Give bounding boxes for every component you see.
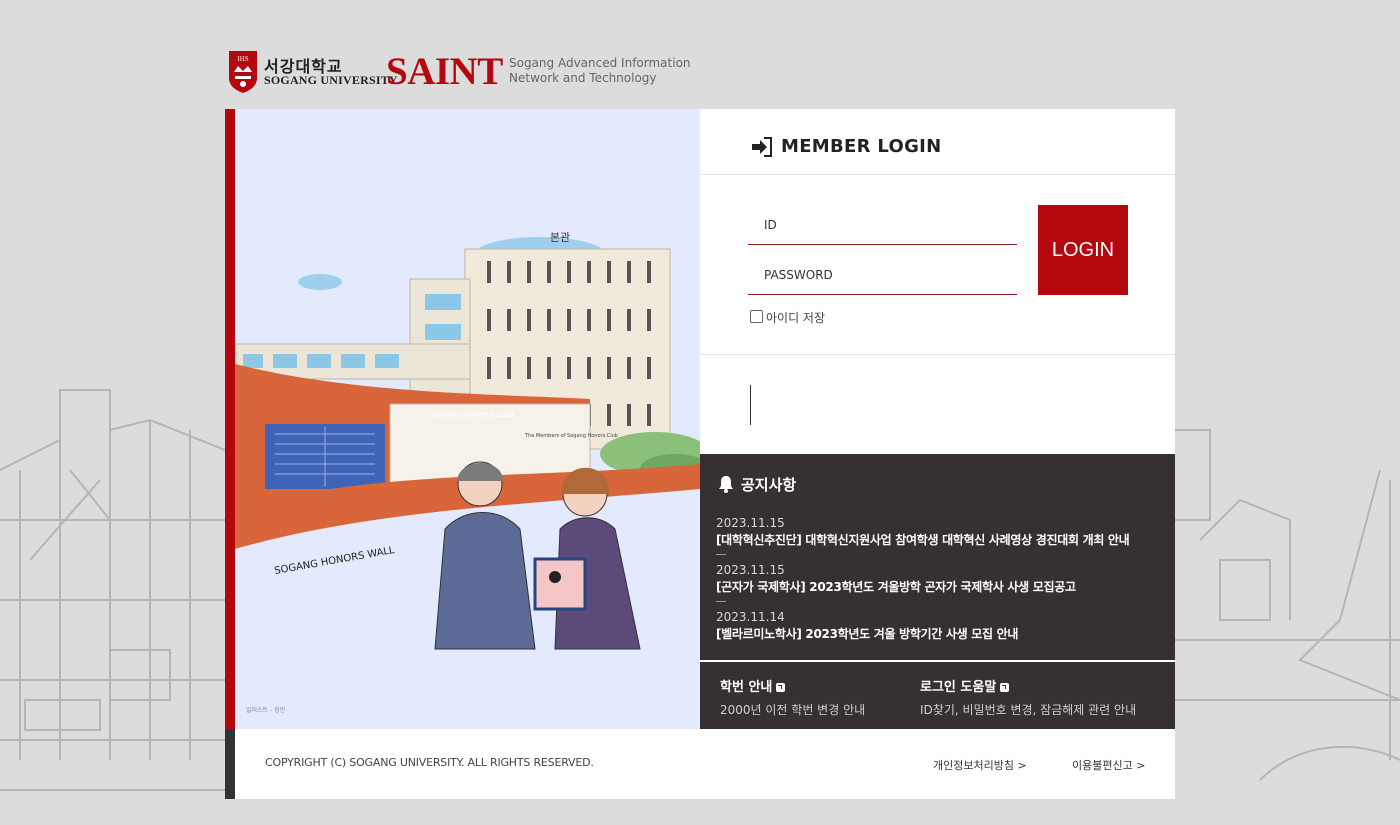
- notice-separator: [716, 601, 726, 602]
- notice-link[interactable]: [곤자가 국제학사] 2023학년도 겨울방학 곤자가 국제학사 사생 모집공고: [716, 579, 1156, 595]
- brand-logo[interactable]: SAINT: [386, 49, 503, 94]
- notice-link[interactable]: [벨라르미노학사] 2023학년도 겨울 방학기간 사생 모집 안내: [716, 626, 1156, 642]
- privacy-policy-link[interactable]: 개인정보처리방침 >: [933, 757, 1027, 773]
- login-title: MEMBER LOGIN: [781, 136, 942, 157]
- accent-bar: [225, 109, 235, 729]
- external-link-icon: [1000, 683, 1010, 692]
- login-help-link[interactable]: 로그인 도움말 ID찾기, 비밀번호 변경, 잠금해제 관련 안내: [920, 676, 1136, 718]
- plaque-title: The Members of Sogang Honors Club: [524, 433, 618, 439]
- university-seal-icon: IHS: [229, 51, 257, 93]
- notice-date: 2023.11.15: [716, 563, 785, 577]
- quick-link-title[interactable]: 학번 안내: [720, 676, 865, 695]
- club-label: SOGANG HONORS CLUB: [430, 411, 515, 419]
- id-input[interactable]: [748, 205, 1017, 245]
- login-button[interactable]: LOGIN: [1038, 205, 1128, 295]
- login-header: MEMBER LOGIN: [700, 109, 1175, 175]
- login-card: 본관 SOGANG HONORS CLUB The Members of Sog…: [225, 109, 1175, 799]
- site-header: IHS 서강대학교 SOGANG UNIVERSITY SAINT Sogang…: [228, 50, 928, 96]
- footer: COPYRIGHT (C) SOGANG UNIVERSITY. ALL RIG…: [235, 729, 1175, 799]
- quick-link-label[interactable]: 학번 안내: [720, 680, 772, 695]
- campus-illustration: 본관 SOGANG HONORS CLUB The Members of Sog…: [235, 109, 700, 729]
- external-link-icon: [776, 683, 786, 692]
- notice-title: 공지사항: [741, 476, 797, 494]
- building-label: 본관: [550, 231, 570, 244]
- notice-link[interactable]: [대학혁신추진단] 대학혁신지원사업 참여학생 대학혁신 사례영상 경진대회 개…: [716, 532, 1156, 548]
- student-id-guide-link[interactable]: 학번 안내 2000년 이전 학번 변경 안내: [720, 676, 865, 718]
- quick-link-description: ID찾기, 비밀번호 변경, 잠금해제 관련 안내: [920, 703, 1137, 717]
- notice-item[interactable]: 2023.11.15 [곤자가 국제학사] 2023학년도 겨울방학 곤자가 국…: [716, 563, 1156, 602]
- quick-link-description: 2000년 이전 학번 변경 안내: [720, 703, 866, 717]
- login-panel: MEMBER LOGIN LOGIN 아이디 저장 공지사항 2023.11.1…: [700, 109, 1175, 729]
- illustration-credit: 일러스트 - 정민: [246, 707, 286, 714]
- notice-date: 2023.11.15: [716, 516, 785, 530]
- divider: [700, 354, 1175, 355]
- quick-link-label[interactable]: 로그인 도움말: [920, 680, 996, 695]
- notice-board: 공지사항 2023.11.15 [대학혁신추진단] 대학혁신지원사업 참여학생 …: [700, 454, 1175, 660]
- notice-item[interactable]: 2023.11.15 [대학혁신추진단] 대학혁신지원사업 참여학생 대학혁신 …: [716, 516, 1156, 555]
- quick-links: 학번 안내 2000년 이전 학번 변경 안내 로그인 도움말 ID찾기, 비밀…: [700, 662, 1175, 729]
- svg-text:IHS: IHS: [237, 55, 248, 63]
- password-input[interactable]: [748, 255, 1017, 295]
- notice-item[interactable]: 2023.11.14 [벨라르미노학사] 2023학년도 겨울 방학기간 사생 …: [716, 610, 1156, 642]
- brand-description: Sogang Advanced Information Network and …: [509, 56, 691, 86]
- text-caret: [750, 385, 751, 425]
- notice-date: 2023.11.14: [716, 610, 785, 624]
- university-name-english: SOGANG UNIVERSITY: [264, 73, 398, 87]
- save-id-checkbox[interactable]: [750, 310, 763, 323]
- report-inconvenience-link[interactable]: 이용불편신고 >: [1072, 757, 1145, 773]
- notice-separator: [716, 554, 726, 555]
- copyright: COPYRIGHT (C) SOGANG UNIVERSITY. ALL RIG…: [265, 756, 594, 769]
- bell-icon: [719, 476, 733, 493]
- save-id-label[interactable]: 아이디 저장: [766, 309, 825, 326]
- sign-in-icon: [752, 137, 772, 157]
- quick-link-title[interactable]: 로그인 도움말: [920, 676, 1136, 695]
- honors-wall-illustration: 본관 SOGANG HONORS CLUB The Members of Sog…: [235, 231, 700, 729]
- brand-description-line1: Sogang Advanced Information: [509, 56, 691, 70]
- brand-description-line2: Network and Technology: [509, 71, 657, 85]
- footer-accent-bar: [225, 729, 235, 799]
